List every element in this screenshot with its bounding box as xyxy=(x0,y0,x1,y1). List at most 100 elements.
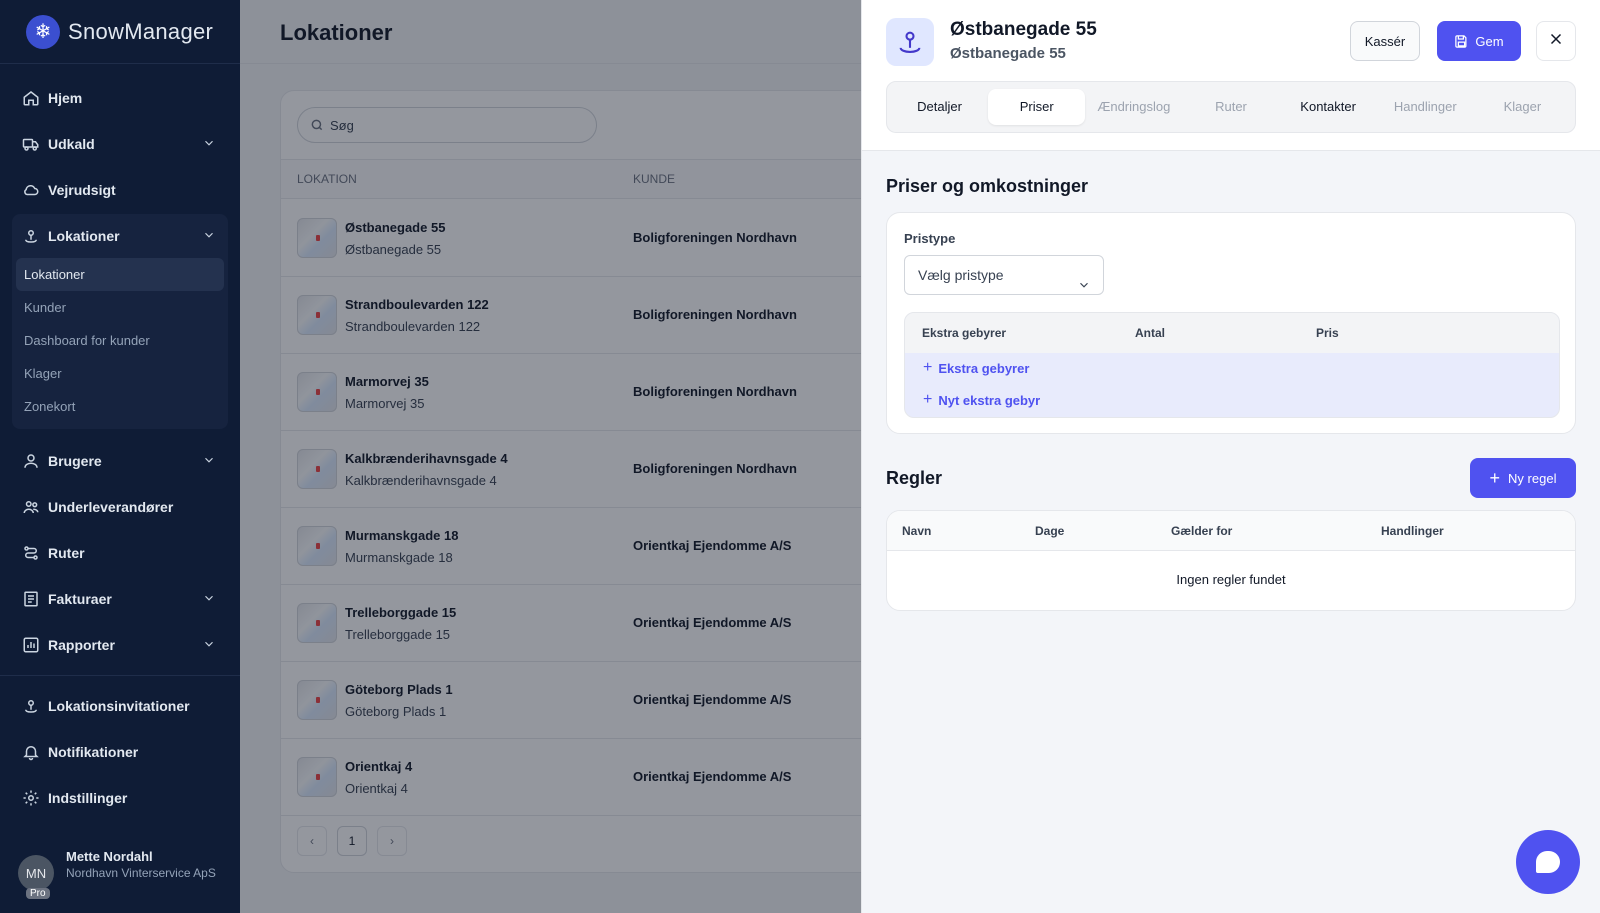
column-header-gaelder-for: Gælder for xyxy=(1171,524,1233,538)
user-profile[interactable]: MN Pro Mette Nordahl Nordhavn Vinterserv… xyxy=(18,849,216,899)
close-button[interactable] xyxy=(1536,21,1576,61)
avatar-initials: MN xyxy=(25,865,47,881)
sidebar-item-label: Brugere xyxy=(48,453,102,469)
tab-kontakter[interactable]: Kontakter xyxy=(1280,89,1377,125)
chart-icon xyxy=(22,636,40,654)
sidebar-item-vejrudsigt[interactable]: Vejrudsigt xyxy=(12,168,228,212)
sidebar-item-label: Lokationsinvitationer xyxy=(48,698,190,714)
sidebar-item-label: Fakturaer xyxy=(48,591,112,607)
sidebar-item-ruter[interactable]: Ruter xyxy=(12,531,228,575)
link-label: Ekstra gebyrer xyxy=(938,360,1030,376)
extra-fees-table: Ekstra gebyrer Antal Pris + Ekstra gebyr… xyxy=(904,312,1560,418)
invoice-icon xyxy=(22,590,40,608)
bell-icon xyxy=(22,743,40,761)
sidebar-item-fakturaer[interactable]: Fakturaer xyxy=(12,577,228,621)
cloud-icon xyxy=(22,181,40,199)
rules-section-title: Regler xyxy=(886,468,943,488)
main-nav: Hjem Udkald Vejrudsigt Lokationer Lokati… xyxy=(0,64,240,667)
column-header-handlinger: Handlinger xyxy=(1381,524,1444,538)
drawer-header: Østbanegade 55 Østbanegade 55 Kassér Gem… xyxy=(862,0,1600,151)
user-icon xyxy=(22,452,40,470)
drawer-subtitle: Østbanegade 55 xyxy=(950,45,1066,62)
sidebar-item-underleverandorer[interactable]: Underleverandører xyxy=(12,485,228,529)
chat-bubble-icon xyxy=(1536,851,1560,873)
sidebar-item-label: Ruter xyxy=(48,545,85,561)
column-header-antal: Antal xyxy=(1135,326,1165,340)
sidebar-item-label: Vejrudsigt xyxy=(48,182,116,198)
tab-priser[interactable]: Priser xyxy=(988,89,1086,125)
sidebar-subitem-klager[interactable]: Klager xyxy=(16,357,224,390)
tab-detaljer[interactable]: Detaljer xyxy=(891,89,988,125)
user-name: Mette Nordahl xyxy=(66,849,153,864)
tab-handlinger[interactable]: Handlinger xyxy=(1377,89,1474,125)
truck-icon xyxy=(22,135,40,153)
sidebar-subitem-zonekort[interactable]: Zonekort xyxy=(16,390,224,423)
new-rule-label: Ny regel xyxy=(1508,470,1557,486)
secondary-nav: Lokationsinvitationer Notifikationer Ind… xyxy=(0,676,240,830)
close-icon xyxy=(1547,30,1565,53)
save-label: Gem xyxy=(1475,33,1504,49)
plus-icon: + xyxy=(923,391,933,408)
user-info: Mette Nordahl Nordhavn Vinterservice ApS xyxy=(66,849,216,882)
new-extra-fee-link[interactable]: + Nyt ekstra gebyr xyxy=(923,391,1040,409)
pristype-select[interactable]: Vælg pristype xyxy=(904,255,1104,295)
sidebar-group-lokationer: Lokationer Lokationer Kunder Dashboard f… xyxy=(12,214,228,429)
sidebar-item-rapporter[interactable]: Rapporter xyxy=(12,623,228,667)
tab-klager[interactable]: Klager xyxy=(1474,89,1571,125)
chevron-down-icon xyxy=(202,136,216,150)
sidebar-item-label: Underleverandører xyxy=(48,499,174,515)
add-extra-fees-link[interactable]: + Ekstra gebyrer xyxy=(923,359,1029,377)
empty-state-message: Ingen regler fundet xyxy=(1176,572,1286,587)
tab-aendringslog[interactable]: Ændringslog xyxy=(1085,89,1182,125)
location-drawer: Østbanegade 55 Østbanegade 55 Kassér Gem… xyxy=(861,0,1600,913)
home-icon xyxy=(22,89,40,107)
chevron-down-icon xyxy=(202,453,216,467)
sidebar-item-indstillinger[interactable]: Indstillinger xyxy=(12,776,228,820)
sidebar-item-label: Indstillinger xyxy=(48,790,128,806)
column-header-dage: Dage xyxy=(1035,524,1065,538)
sidebar-item-hjem[interactable]: Hjem xyxy=(12,76,228,120)
fees-header: Ekstra gebyrer Antal Pris xyxy=(905,313,1559,353)
new-rule-button[interactable]: + Ny regel xyxy=(1470,458,1576,498)
sidebar: ❄ SnowManager Hjem Udkald Vejrudsigt Lok… xyxy=(0,0,240,913)
sidebar-item-label: Rapporter xyxy=(48,637,115,653)
save-button[interactable]: Gem xyxy=(1437,21,1521,61)
sidebar-submenu: Lokationer Kunder Dashboard for kunder K… xyxy=(12,258,228,429)
pricing-card: Pristype Vælg pristype Ekstra gebyrer An… xyxy=(886,212,1576,434)
drawer-tabs: Detaljer Priser Ændringslog Ruter Kontak… xyxy=(886,81,1576,133)
rules-table: Navn Dage Gælder for Handlinger Ingen re… xyxy=(886,510,1576,611)
link-label: Nyt ekstra gebyr xyxy=(938,392,1041,408)
sidebar-item-udkald[interactable]: Udkald xyxy=(12,122,228,166)
sidebar-item-lokationer[interactable]: Lokationer xyxy=(12,214,228,258)
pricing-section-title: Priser og omkostninger xyxy=(886,176,1089,196)
gear-icon xyxy=(22,789,40,807)
sidebar-subitem-lokationer[interactable]: Lokationer xyxy=(16,258,224,291)
column-header-pris: Pris xyxy=(1316,326,1339,340)
snowflake-icon: ❄ xyxy=(26,14,60,49)
floppy-disk-icon xyxy=(1454,34,1469,49)
location-pin-icon xyxy=(886,18,934,66)
sidebar-item-notifikationer[interactable]: Notifikationer xyxy=(12,730,228,774)
logo[interactable]: ❄ SnowManager xyxy=(0,0,240,64)
sidebar-item-lokationsinvitationer[interactable]: Lokationsinvitationer xyxy=(12,684,228,728)
sidebar-item-brugere[interactable]: Brugere xyxy=(12,439,228,483)
sidebar-item-label: Hjem xyxy=(48,90,83,106)
location-pin-icon xyxy=(22,227,40,245)
chevron-down-icon xyxy=(202,637,216,651)
plus-icon: + xyxy=(1489,467,1501,488)
pristype-label: Pristype xyxy=(904,231,956,246)
sidebar-subitem-dashboard[interactable]: Dashboard for kunder xyxy=(16,324,224,357)
sidebar-subitem-kunder[interactable]: Kunder xyxy=(16,291,224,324)
column-header-navn: Navn xyxy=(902,524,932,538)
route-icon xyxy=(22,544,40,562)
chat-button[interactable] xyxy=(1516,830,1580,894)
users-icon xyxy=(22,498,40,516)
rules-header: Navn Dage Gælder for Handlinger xyxy=(887,511,1575,551)
cancel-button[interactable]: Kassér xyxy=(1350,21,1420,61)
pristype-value: Vælg pristype xyxy=(918,267,1004,283)
app-name: SnowManager xyxy=(68,18,214,44)
sidebar-item-label: Udkald xyxy=(48,136,95,152)
drawer-title: Østbanegade 55 xyxy=(950,19,1097,40)
sidebar-item-label: Notifikationer xyxy=(48,744,139,760)
tab-ruter[interactable]: Ruter xyxy=(1182,89,1279,125)
